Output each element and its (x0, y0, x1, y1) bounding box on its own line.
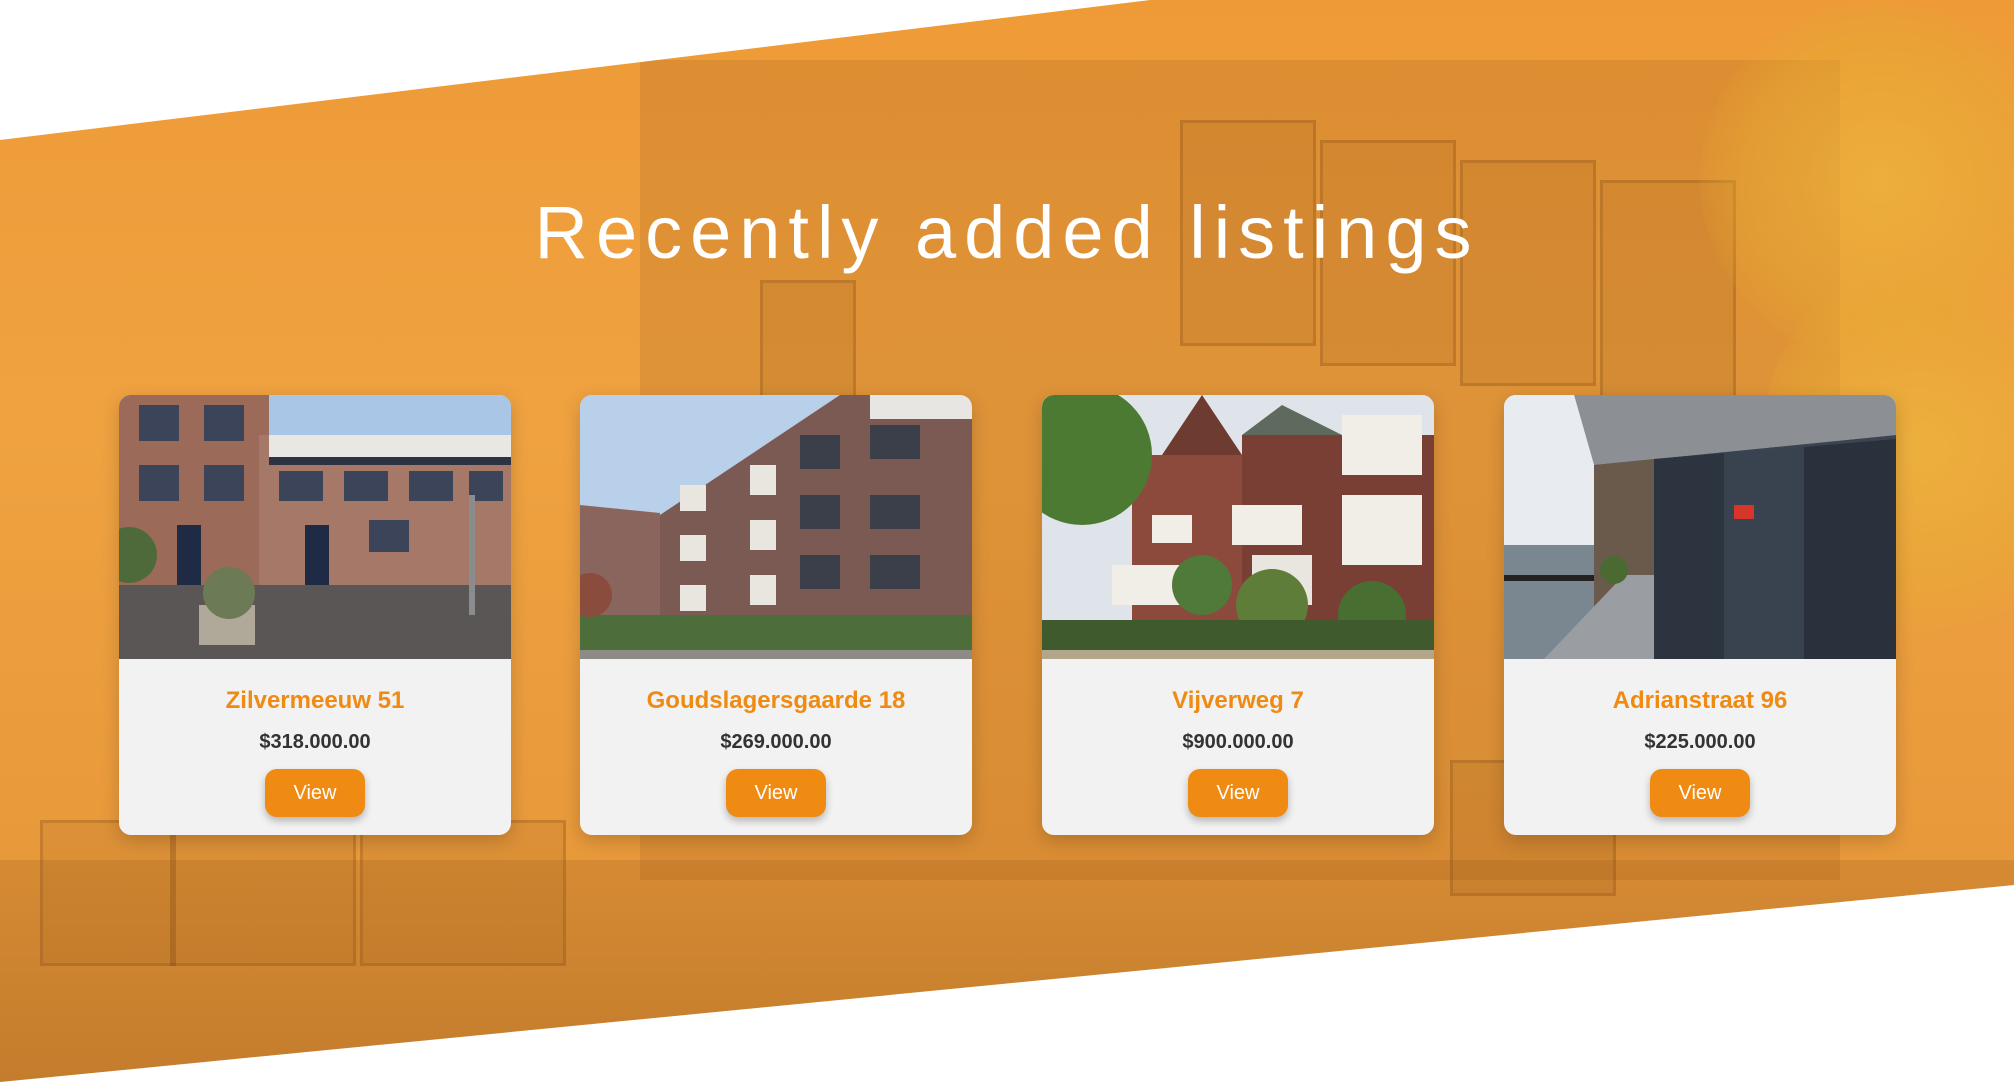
listing-name[interactable]: Adrianstraat 96 (1504, 686, 1896, 716)
listing-photo[interactable] (580, 395, 972, 659)
listing-card[interactable]: Adrianstraat 96 $225.000.00 View (1504, 395, 1896, 835)
listing-card[interactable]: Vijverweg 7 $900.000.00 View (1042, 395, 1434, 835)
listing-card[interactable]: Zilvermeeuw 51 $318.000.00 View (119, 395, 511, 835)
listing-price: $318.000.00 (259, 731, 371, 753)
listing-card[interactable]: Goudslagersgaarde 18 $269.000.00 View (580, 395, 972, 835)
view-listing-button[interactable]: View (265, 769, 365, 817)
section-title: Recently added listings (534, 191, 1480, 274)
listing-photo[interactable] (119, 395, 511, 659)
listings-section: Recently added listings Zilvermeeuw 51 $… (0, 0, 2014, 1082)
listing-photo[interactable] (1042, 395, 1434, 659)
listing-cards: Zilvermeeuw 51 $318.000.00 View Goudslag… (119, 395, 1896, 835)
listing-price: $269.000.00 (720, 731, 832, 753)
background-terrace (0, 860, 2014, 1082)
view-listing-button[interactable]: View (726, 769, 826, 817)
listing-name[interactable]: Zilvermeeuw 51 (119, 686, 511, 716)
listing-price: $900.000.00 (1182, 731, 1294, 753)
listing-name[interactable]: Goudslagersgaarde 18 (580, 686, 972, 716)
listing-price: $225.000.00 (1644, 731, 1756, 753)
listing-name[interactable]: Vijverweg 7 (1042, 686, 1434, 716)
view-listing-button[interactable]: View (1188, 769, 1288, 817)
listing-photo[interactable] (1504, 395, 1896, 659)
view-listing-button[interactable]: View (1650, 769, 1750, 817)
